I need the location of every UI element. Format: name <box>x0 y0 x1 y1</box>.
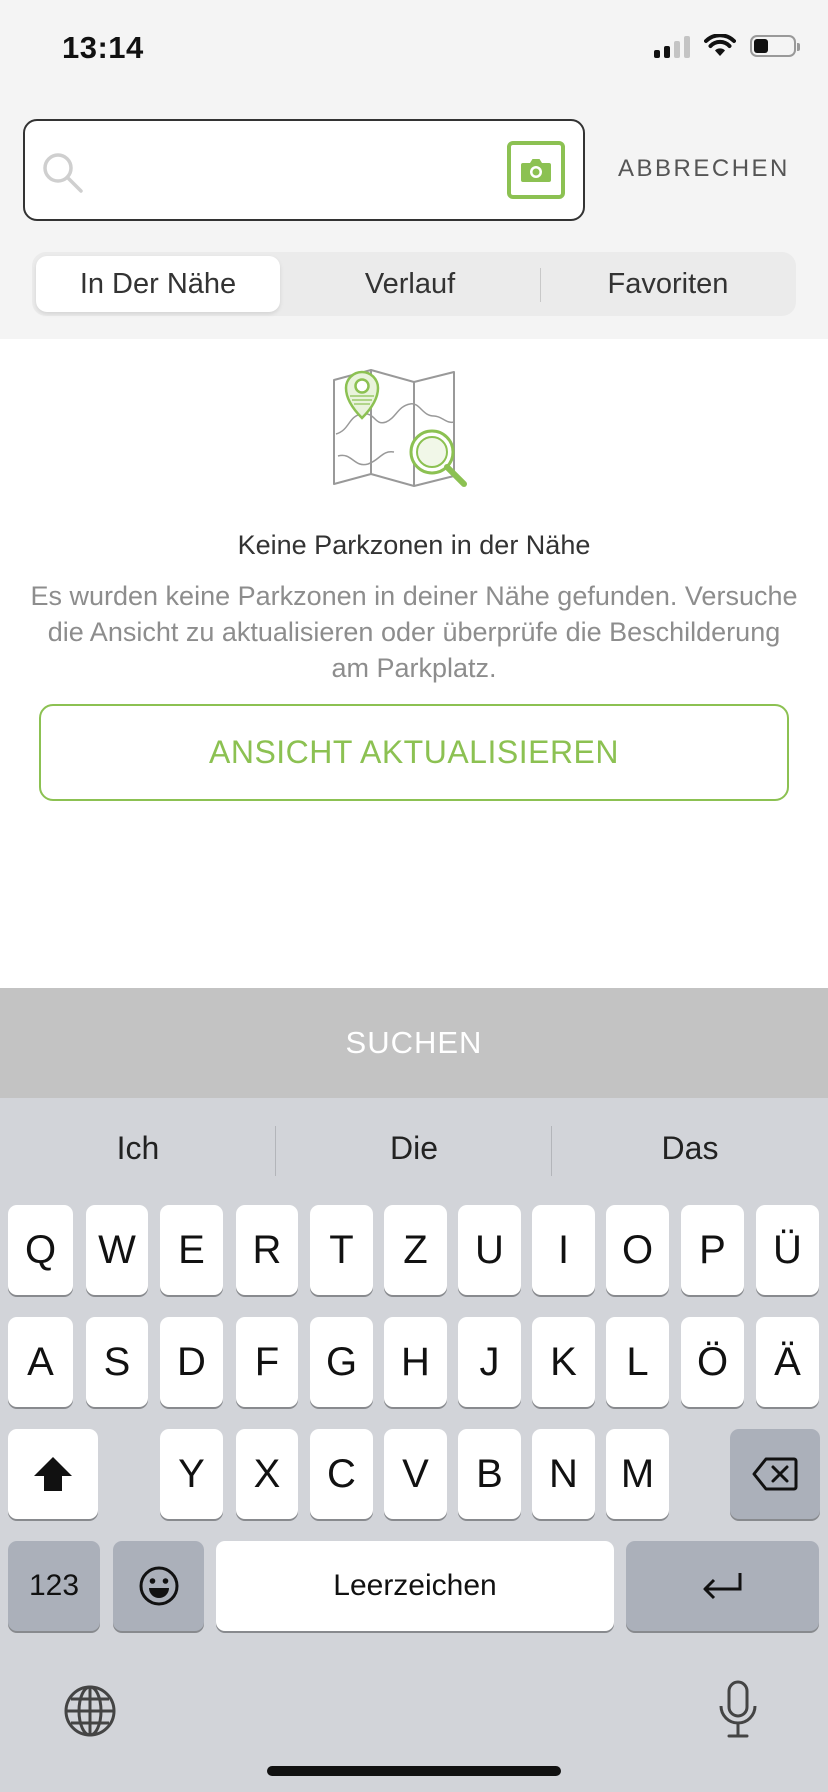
tab-favorites[interactable]: Favoriten <box>544 256 792 312</box>
key-s[interactable]: S <box>86 1317 148 1407</box>
key-t[interactable]: T <box>310 1205 373 1295</box>
key-h[interactable]: H <box>384 1317 447 1407</box>
backspace-key[interactable] <box>730 1429 820 1519</box>
emoji-key[interactable] <box>113 1541 204 1631</box>
key-i[interactable]: I <box>532 1205 595 1295</box>
tab-nearby[interactable]: In Der Nähe <box>36 256 280 312</box>
numbers-key[interactable]: 123 <box>8 1541 100 1631</box>
key-l[interactable]: L <box>606 1317 669 1407</box>
cellular-signal-icon <box>654 34 690 58</box>
refresh-view-button[interactable]: ANSICHT AKTUALISIEREN <box>39 704 789 801</box>
backspace-icon <box>752 1457 798 1491</box>
key-o[interactable]: O <box>606 1205 669 1295</box>
map-search-illustration <box>333 369 467 487</box>
battery-icon <box>750 35 800 57</box>
key-oe[interactable]: Ö <box>681 1317 744 1407</box>
search-box[interactable] <box>23 119 585 221</box>
wifi-icon <box>704 34 736 56</box>
return-key[interactable] <box>626 1541 819 1631</box>
empty-state-text: Es wurden keine Parkzonen in deiner Nähe… <box>30 581 798 683</box>
key-y[interactable]: Y <box>160 1429 223 1519</box>
key-m[interactable]: M <box>606 1429 669 1519</box>
key-u[interactable]: U <box>458 1205 521 1295</box>
suggestion-3[interactable]: Das <box>552 1130 828 1167</box>
suggestion-2[interactable]: Die <box>276 1130 552 1167</box>
segmented-tabs: In Der Nähe Verlauf Favoriten <box>32 252 796 316</box>
header-area: 13:14 ABBRECHEN In Der Nähe Verlauf Favo… <box>0 0 828 339</box>
key-a[interactable]: A <box>8 1317 73 1407</box>
empty-state-title: Keine Parkzonen in der Nähe <box>237 530 591 560</box>
key-z[interactable]: Z <box>384 1205 447 1295</box>
key-k[interactable]: K <box>532 1317 595 1407</box>
status-time: 13:14 <box>62 30 144 65</box>
search-icon <box>43 153 83 193</box>
space-key[interactable]: Leerzeichen <box>216 1541 614 1631</box>
key-f[interactable]: F <box>236 1317 298 1407</box>
key-p[interactable]: P <box>681 1205 744 1295</box>
globe-icon[interactable] <box>62 1683 118 1739</box>
key-n[interactable]: N <box>532 1429 595 1519</box>
key-d[interactable]: D <box>160 1317 223 1407</box>
key-ae[interactable]: Ä <box>756 1317 819 1407</box>
return-icon <box>703 1573 741 1600</box>
camera-icon <box>521 159 551 182</box>
key-v[interactable]: V <box>384 1429 447 1519</box>
key-g[interactable]: G <box>310 1317 373 1407</box>
tab-divider <box>540 268 541 302</box>
search-input[interactable] <box>105 145 509 197</box>
key-x[interactable]: X <box>236 1429 298 1519</box>
key-b[interactable]: B <box>458 1429 521 1519</box>
status-icons <box>654 34 800 58</box>
key-w[interactable]: W <box>86 1205 148 1295</box>
key-q[interactable]: Q <box>8 1205 73 1295</box>
cancel-button[interactable]: ABBRECHEN <box>618 155 790 183</box>
tab-history[interactable]: Verlauf <box>284 256 536 312</box>
suggestion-1[interactable]: Ich <box>0 1130 276 1167</box>
shift-key[interactable] <box>8 1429 98 1519</box>
keyboard: Ich Die Das Q W E R T Z U I O P Ü A S D … <box>0 1098 828 1792</box>
key-e[interactable]: E <box>160 1205 223 1295</box>
emoji-icon <box>139 1566 178 1606</box>
shift-icon <box>34 1457 72 1491</box>
home-indicator <box>267 1766 561 1776</box>
search-submit-button[interactable]: SUCHEN <box>0 988 828 1098</box>
key-ue[interactable]: Ü <box>756 1205 819 1295</box>
key-c[interactable]: C <box>310 1429 373 1519</box>
key-r[interactable]: R <box>236 1205 298 1295</box>
microphone-icon[interactable] <box>714 1678 762 1742</box>
camera-scan-button[interactable] <box>507 141 565 199</box>
key-j[interactable]: J <box>458 1317 521 1407</box>
